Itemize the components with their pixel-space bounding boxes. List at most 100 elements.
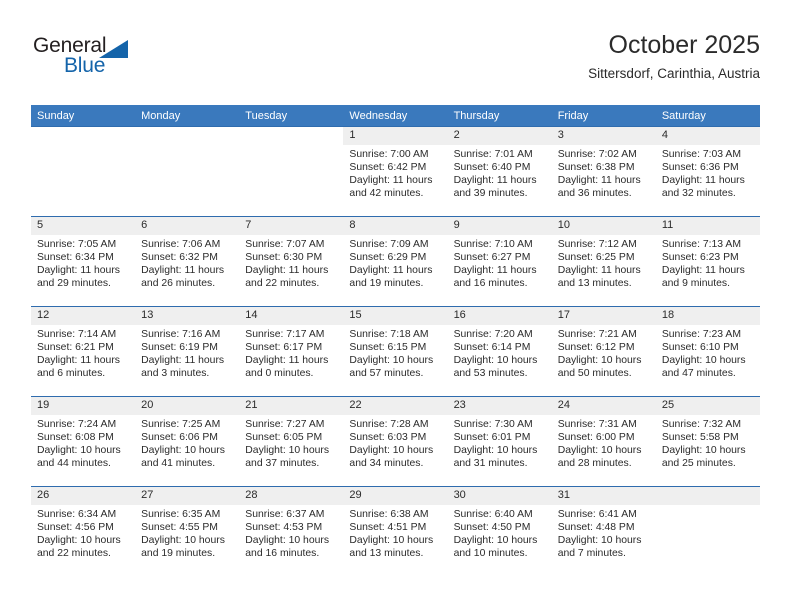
day-cell[interactable]: 11 Sunrise: 7:13 AM Sunset: 6:23 PM Dayligh… xyxy=(655,216,760,306)
day-number xyxy=(239,127,344,145)
sunrise-time: Sunrise: 7:05 AM xyxy=(37,239,117,250)
day-details: Sunrise: 7:10 AM Sunset: 6:27 PM Daylight:… xyxy=(448,235,552,290)
daylight-duration-line2: and 7 minutes. xyxy=(557,548,626,560)
calendar-cell: 9 Sunrise: 7:10 AM Sunset: 6:27 PM Daylight… xyxy=(447,216,552,306)
calendar-cell xyxy=(655,486,760,576)
page-title: October 2025 xyxy=(608,31,761,59)
day-number: 30 xyxy=(447,487,552,505)
day-cell[interactable]: 30 Sunrise: 6:40 AM Sunset: 4:50 PM Dayligh… xyxy=(447,486,552,576)
daylight-duration-line2: and 39 minutes. xyxy=(453,188,528,200)
calendar-page: General Blue October 2025 Sittersdorf, C… xyxy=(0,0,792,612)
sunrise-time: Sunrise: 7:16 AM xyxy=(141,329,221,340)
calendar-cell: 15 Sunrise: 7:18 AM Sunset: 6:15 PM Dayligh… xyxy=(343,306,448,396)
sunrise-time: Sunrise: 7:32 AM xyxy=(661,419,741,430)
daylight-duration-line1: Daylight: 11 hours xyxy=(661,175,745,187)
day-cell[interactable]: 31 Sunrise: 6:41 AM Sunset: 4:48 PM Dayligh… xyxy=(551,486,656,576)
day-details: Sunrise: 7:07 AM Sunset: 6:30 PM Daylight:… xyxy=(239,235,343,290)
day-cell[interactable]: 9 Sunrise: 7:10 AM Sunset: 6:27 PM Daylight… xyxy=(447,216,552,306)
daylight-duration-line1: Daylight: 10 hours xyxy=(453,535,538,547)
sunset-time: Sunset: 6:21 PM xyxy=(37,342,114,354)
day-cell[interactable]: 13 Sunrise: 7:16 AM Sunset: 6:19 PM Dayligh… xyxy=(135,306,240,396)
sunrise-time: Sunrise: 6:41 AM xyxy=(557,509,637,520)
calendar-week-row: 12 Sunrise: 7:14 AM Sunset: 6:21 PM Dayligh… xyxy=(31,306,760,396)
sunrise-time: Sunrise: 6:40 AM xyxy=(453,509,533,520)
day-cell[interactable]: 27 Sunrise: 6:35 AM Sunset: 4:55 PM Dayligh… xyxy=(135,486,240,576)
day-cell[interactable]: 21 Sunrise: 7:27 AM Sunset: 6:05 PM Dayligh… xyxy=(239,396,344,486)
day-cell[interactable]: 6 Sunrise: 7:06 AM Sunset: 6:32 PM Daylight… xyxy=(135,216,240,306)
daylight-duration-line1: Daylight: 10 hours xyxy=(245,535,330,547)
day-cell[interactable]: 25 Sunrise: 7:32 AM Sunset: 5:58 PM Dayligh… xyxy=(655,396,760,486)
sunrise-time: Sunrise: 7:00 AM xyxy=(349,149,429,160)
sunrise-time: Sunrise: 7:24 AM xyxy=(37,419,117,430)
daylight-duration-line1: Daylight: 10 hours xyxy=(453,355,538,367)
day-cell[interactable]: 5 Sunrise: 7:05 AM Sunset: 6:34 PM Daylight… xyxy=(31,216,136,306)
sunset-time: Sunset: 6:05 PM xyxy=(245,432,323,444)
daylight-duration-line1: Daylight: 10 hours xyxy=(557,535,642,547)
day-cell[interactable]: 15 Sunrise: 7:18 AM Sunset: 6:15 PM Dayligh… xyxy=(343,306,448,396)
day-cell[interactable]: 23 Sunrise: 7:30 AM Sunset: 6:01 PM Dayligh… xyxy=(447,396,552,486)
daylight-duration-line1: Daylight: 10 hours xyxy=(661,445,746,457)
day-number: 20 xyxy=(135,397,240,415)
day-cell[interactable]: 16 Sunrise: 7:20 AM Sunset: 6:14 PM Dayligh… xyxy=(447,306,552,396)
daylight-duration-line2: and 29 minutes. xyxy=(37,278,111,290)
day-cell[interactable]: 22 Sunrise: 7:28 AM Sunset: 6:03 PM Dayligh… xyxy=(343,396,448,486)
sunset-time: Sunset: 6:00 PM xyxy=(557,432,635,444)
sunrise-time: Sunrise: 7:06 AM xyxy=(141,239,221,250)
sunrise-time: Sunrise: 7:30 AM xyxy=(453,419,533,430)
day-details: Sunrise: 7:09 AM Sunset: 6:29 PM Daylight:… xyxy=(343,235,447,290)
day-cell[interactable]: 19 Sunrise: 7:24 AM Sunset: 6:08 PM Dayligh… xyxy=(31,396,136,486)
sunrise-time: Sunrise: 6:35 AM xyxy=(141,509,221,520)
daylight-duration-line1: Daylight: 10 hours xyxy=(141,445,225,457)
day-cell[interactable]: 14 Sunrise: 7:17 AM Sunset: 6:17 PM Dayligh… xyxy=(239,306,344,396)
calendar-cell: 13 Sunrise: 7:16 AM Sunset: 6:19 PM Dayligh… xyxy=(135,306,240,396)
day-details: Sunrise: 7:02 AM Sunset: 6:38 PM Daylight:… xyxy=(552,145,656,200)
day-cell[interactable]: 10 Sunrise: 7:12 AM Sunset: 6:25 PM Dayligh… xyxy=(551,216,656,306)
calendar-cell xyxy=(31,126,136,216)
calendar-cell: 17 Sunrise: 7:21 AM Sunset: 6:12 PM Dayligh… xyxy=(551,306,656,396)
sunset-time: Sunset: 6:06 PM xyxy=(141,432,218,444)
day-cell[interactable]: 29 Sunrise: 6:38 AM Sunset: 4:51 PM Dayligh… xyxy=(343,486,448,576)
day-number: 23 xyxy=(447,397,552,415)
sunrise-time: Sunrise: 7:13 AM xyxy=(661,239,741,250)
day-cell[interactable]: 20 Sunrise: 7:25 AM Sunset: 6:06 PM Dayligh… xyxy=(135,396,240,486)
daylight-duration-line2: and 19 minutes. xyxy=(349,278,424,290)
calendar-cell: 14 Sunrise: 7:17 AM Sunset: 6:17 PM Dayligh… xyxy=(239,306,344,396)
day-details: Sunrise: 6:35 AM Sunset: 4:55 PM Daylight:… xyxy=(135,505,239,560)
day-cell-empty xyxy=(135,126,240,216)
day-cell[interactable]: 17 Sunrise: 7:21 AM Sunset: 6:12 PM Dayligh… xyxy=(551,306,656,396)
sunrise-time: Sunrise: 7:03 AM xyxy=(661,149,741,160)
sunset-time: Sunset: 6:30 PM xyxy=(245,252,323,264)
sunrise-time: Sunrise: 7:27 AM xyxy=(245,419,325,430)
daylight-duration-line2: and 22 minutes. xyxy=(245,278,320,290)
day-cell[interactable]: 28 Sunrise: 6:37 AM Sunset: 4:53 PM Dayligh… xyxy=(239,486,344,576)
day-cell[interactable]: 1 Sunrise: 7:00 AM Sunset: 6:42 PM Daylight… xyxy=(343,126,448,216)
sunset-time: Sunset: 4:56 PM xyxy=(37,522,114,534)
day-cell[interactable]: 18 Sunrise: 7:23 AM Sunset: 6:10 PM Dayligh… xyxy=(655,306,760,396)
day-number: 24 xyxy=(551,397,656,415)
weekday-header-monday: Monday xyxy=(135,105,240,126)
day-number: 10 xyxy=(551,217,656,235)
daylight-duration-line1: Daylight: 11 hours xyxy=(141,355,225,367)
daylight-duration-line1: Daylight: 11 hours xyxy=(37,265,120,277)
day-cell[interactable]: 3 Sunrise: 7:02 AM Sunset: 6:38 PM Daylight… xyxy=(551,126,656,216)
day-cell[interactable]: 24 Sunrise: 7:31 AM Sunset: 6:00 PM Dayligh… xyxy=(551,396,656,486)
day-cell[interactable]: 12 Sunrise: 7:14 AM Sunset: 6:21 PM Dayligh… xyxy=(31,306,136,396)
day-number: 29 xyxy=(343,487,448,505)
day-number xyxy=(135,127,240,145)
sunset-time: Sunset: 6:19 PM xyxy=(141,342,218,354)
daylight-duration-line2: and 9 minutes. xyxy=(661,278,731,290)
calendar-cell: 7 Sunrise: 7:07 AM Sunset: 6:30 PM Daylight… xyxy=(239,216,344,306)
day-cell[interactable]: 7 Sunrise: 7:07 AM Sunset: 6:30 PM Daylight… xyxy=(239,216,344,306)
daylight-duration-line1: Daylight: 10 hours xyxy=(349,535,434,547)
day-number: 25 xyxy=(655,397,760,415)
day-cell[interactable]: 8 Sunrise: 7:09 AM Sunset: 6:29 PM Daylight… xyxy=(343,216,448,306)
day-number: 27 xyxy=(135,487,240,505)
day-number: 21 xyxy=(239,397,344,415)
calendar-grid: Sunday Monday Tuesday Wednesday Thursday… xyxy=(31,105,760,576)
day-cell[interactable]: 4 Sunrise: 7:03 AM Sunset: 6:36 PM Daylight… xyxy=(655,126,760,216)
day-details: Sunrise: 7:06 AM Sunset: 6:32 PM Daylight:… xyxy=(135,235,239,290)
day-cell[interactable]: 26 Sunrise: 6:34 AM Sunset: 4:56 PM Dayligh… xyxy=(31,486,136,576)
day-cell[interactable]: 2 Sunrise: 7:01 AM Sunset: 6:40 PM Daylight… xyxy=(447,126,552,216)
daylight-duration-line2: and 28 minutes. xyxy=(557,458,632,470)
weekday-header-saturday: Saturday xyxy=(655,105,760,126)
